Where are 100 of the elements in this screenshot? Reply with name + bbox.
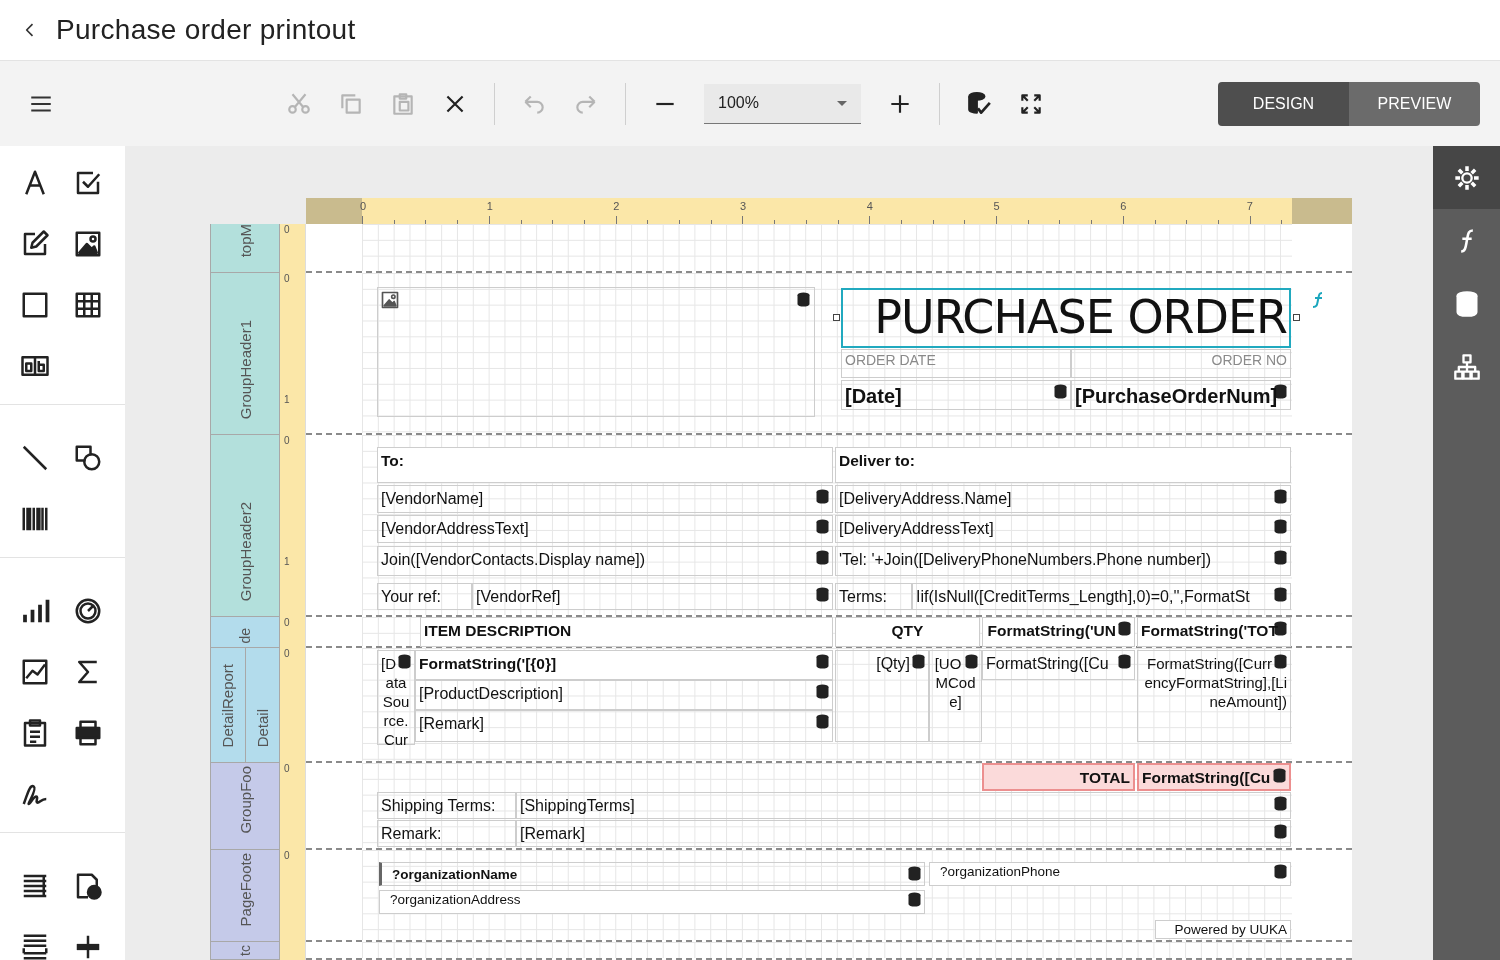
resize-handle[interactable] bbox=[833, 314, 840, 321]
data-field[interactable]: FormatString([Cu bbox=[1137, 763, 1291, 791]
band-label[interactable]: PageFoote bbox=[211, 850, 279, 941]
database-icon bbox=[908, 866, 921, 881]
picture-icon[interactable] bbox=[73, 229, 103, 259]
report-label[interactable]: TOTAL bbox=[982, 763, 1135, 791]
band-label[interactable]: de bbox=[211, 617, 279, 647]
band-label[interactable]: DetailReport bbox=[211, 648, 245, 762]
zoom-dropdown[interactable]: 100% bbox=[704, 83, 861, 124]
table-icon[interactable] bbox=[73, 290, 103, 320]
report-label[interactable]: QTY bbox=[835, 617, 980, 647]
data-field[interactable]: [ProductDescription] bbox=[415, 680, 833, 710]
ruler-margin bbox=[306, 198, 362, 224]
database-icon bbox=[398, 654, 411, 669]
report-label[interactable]: Your ref: bbox=[377, 583, 472, 610]
square-icon[interactable] bbox=[20, 290, 50, 320]
database-icon bbox=[816, 654, 829, 669]
report-title[interactable]: PURCHASE ORDER bbox=[841, 288, 1291, 348]
report-label[interactable]: Remark: bbox=[377, 820, 516, 847]
data-field[interactable]: [DeliveryAddress.Name] bbox=[835, 485, 1291, 513]
data-field[interactable]: ?organizationName bbox=[379, 862, 925, 886]
resize-handle[interactable] bbox=[1293, 314, 1300, 321]
data-field[interactable]: [Date] bbox=[841, 380, 1071, 410]
data-field[interactable]: FormatString([CurrencyFormatString],[LineAmount]) bbox=[1137, 650, 1291, 742]
printer-icon[interactable] bbox=[73, 718, 103, 748]
database-icon bbox=[816, 684, 829, 699]
ruler-number: 1 bbox=[284, 394, 290, 405]
ruler-number: 3 bbox=[740, 200, 747, 212]
data-field[interactable]: [VendorName] bbox=[377, 485, 833, 513]
ruler-number: 0 bbox=[284, 649, 290, 659]
band-icon[interactable] bbox=[20, 932, 50, 960]
data-field[interactable]: [VendorAddressText] bbox=[377, 515, 833, 543]
data-field[interactable]: [Remark] bbox=[516, 820, 1291, 847]
mode-tab[interactable]: PREVIEW bbox=[1349, 81, 1480, 126]
band-label[interactable]: GroupHeader1 bbox=[211, 273, 279, 434]
data-field[interactable]: [Qty] bbox=[835, 650, 929, 742]
report-label[interactable]: Terms: bbox=[835, 583, 912, 610]
picture-icon bbox=[380, 290, 400, 310]
database-icon bbox=[1274, 384, 1287, 399]
database-icon bbox=[1273, 768, 1286, 783]
data-field[interactable]: [VendorRef] bbox=[472, 583, 833, 610]
report-label[interactable]: ITEM DESCRIPTION bbox=[420, 617, 833, 647]
data-field[interactable]: [DataSource.Cur bbox=[377, 650, 415, 745]
report-label[interactable]: Powered by UUKA bbox=[1155, 920, 1291, 939]
database-icon bbox=[1274, 489, 1287, 504]
band-label[interactable]: topM bbox=[211, 224, 279, 272]
data-field[interactable]: [DeliveryAddressText] bbox=[835, 515, 1291, 543]
band-label[interactable]: GroupHeader2 bbox=[211, 435, 279, 616]
data-field[interactable]: ?organizationPhone bbox=[929, 862, 1291, 886]
data-field[interactable]: Iif(IsNull([CreditTerms_Length],0)=0,'',FormatSt bbox=[912, 583, 1291, 610]
database-check-icon[interactable] bbox=[966, 90, 992, 117]
ruler-number: 5 bbox=[993, 200, 1000, 212]
ruler-number: 0 bbox=[284, 851, 290, 861]
database-icon bbox=[816, 587, 829, 602]
report-label[interactable]: To: bbox=[377, 447, 833, 483]
data-field[interactable]: FormatString([Cu bbox=[982, 650, 1135, 680]
ruler-number: 0 bbox=[284, 274, 290, 284]
data-field[interactable]: [ShippingTerms] bbox=[516, 792, 1291, 819]
database-icon bbox=[1274, 864, 1287, 879]
panel-tab[interactable] bbox=[1433, 146, 1500, 209]
line-chart-icon[interactable] bbox=[20, 657, 50, 687]
ruler-number: 4 bbox=[866, 200, 873, 212]
settings-icon bbox=[1452, 163, 1481, 192]
database-icon bbox=[1274, 550, 1287, 565]
data-field[interactable]: [Remark] bbox=[415, 710, 833, 742]
data-field[interactable]: Join([VendorContacts.Display name]) bbox=[377, 546, 833, 576]
data-field[interactable]: FormatString('UN bbox=[982, 617, 1135, 647]
report-label[interactable]: Shipping Terms: bbox=[377, 792, 516, 819]
function-icon[interactable] bbox=[1311, 292, 1325, 308]
data-field[interactable]: FormatString('[{0}] bbox=[415, 650, 833, 680]
band-label[interactable]: Detail bbox=[244, 648, 279, 762]
database-icon bbox=[912, 654, 925, 669]
ruler-number: 0 bbox=[359, 200, 367, 212]
data-field[interactable]: [PurchaseOrderNum] bbox=[1071, 380, 1291, 410]
page-title: Purchase order printout bbox=[56, 14, 356, 46]
gauge-icon[interactable] bbox=[73, 596, 103, 626]
band-label[interactable]: GroupFoo bbox=[211, 763, 279, 849]
mode-tab[interactable]: DESIGN bbox=[1218, 81, 1349, 126]
caption-label[interactable]: ORDER DATE bbox=[841, 349, 1071, 378]
report-label[interactable]: Deliver to: bbox=[835, 447, 1291, 483]
line-icon[interactable] bbox=[20, 443, 50, 473]
ruler-number: 7 bbox=[1246, 200, 1253, 212]
band-label[interactable]: tc bbox=[211, 942, 279, 959]
database-icon bbox=[1054, 384, 1067, 399]
ruler-number: 0 bbox=[284, 225, 290, 235]
shapes-icon[interactable] bbox=[73, 443, 103, 473]
database-icon bbox=[1118, 654, 1131, 669]
hierarchy-icon bbox=[1452, 352, 1481, 381]
data-field[interactable]: [UOMCode] bbox=[929, 650, 982, 742]
ruler-number: 0 bbox=[284, 764, 290, 774]
caption-label[interactable]: ORDER NO bbox=[1071, 349, 1291, 378]
data-field[interactable]: 'Tel: '+Join([DeliveryPhoneNumbers.Phone number]) bbox=[835, 546, 1291, 576]
database-icon bbox=[1274, 587, 1287, 602]
ruler-number: 0 bbox=[284, 436, 290, 446]
database-icon bbox=[1274, 654, 1287, 669]
data-field[interactable]: ?organizationAddress bbox=[379, 890, 925, 914]
database-icon bbox=[797, 292, 810, 307]
database-icon bbox=[816, 550, 829, 565]
ruler-margin bbox=[1292, 198, 1352, 224]
database-icon bbox=[965, 654, 978, 669]
